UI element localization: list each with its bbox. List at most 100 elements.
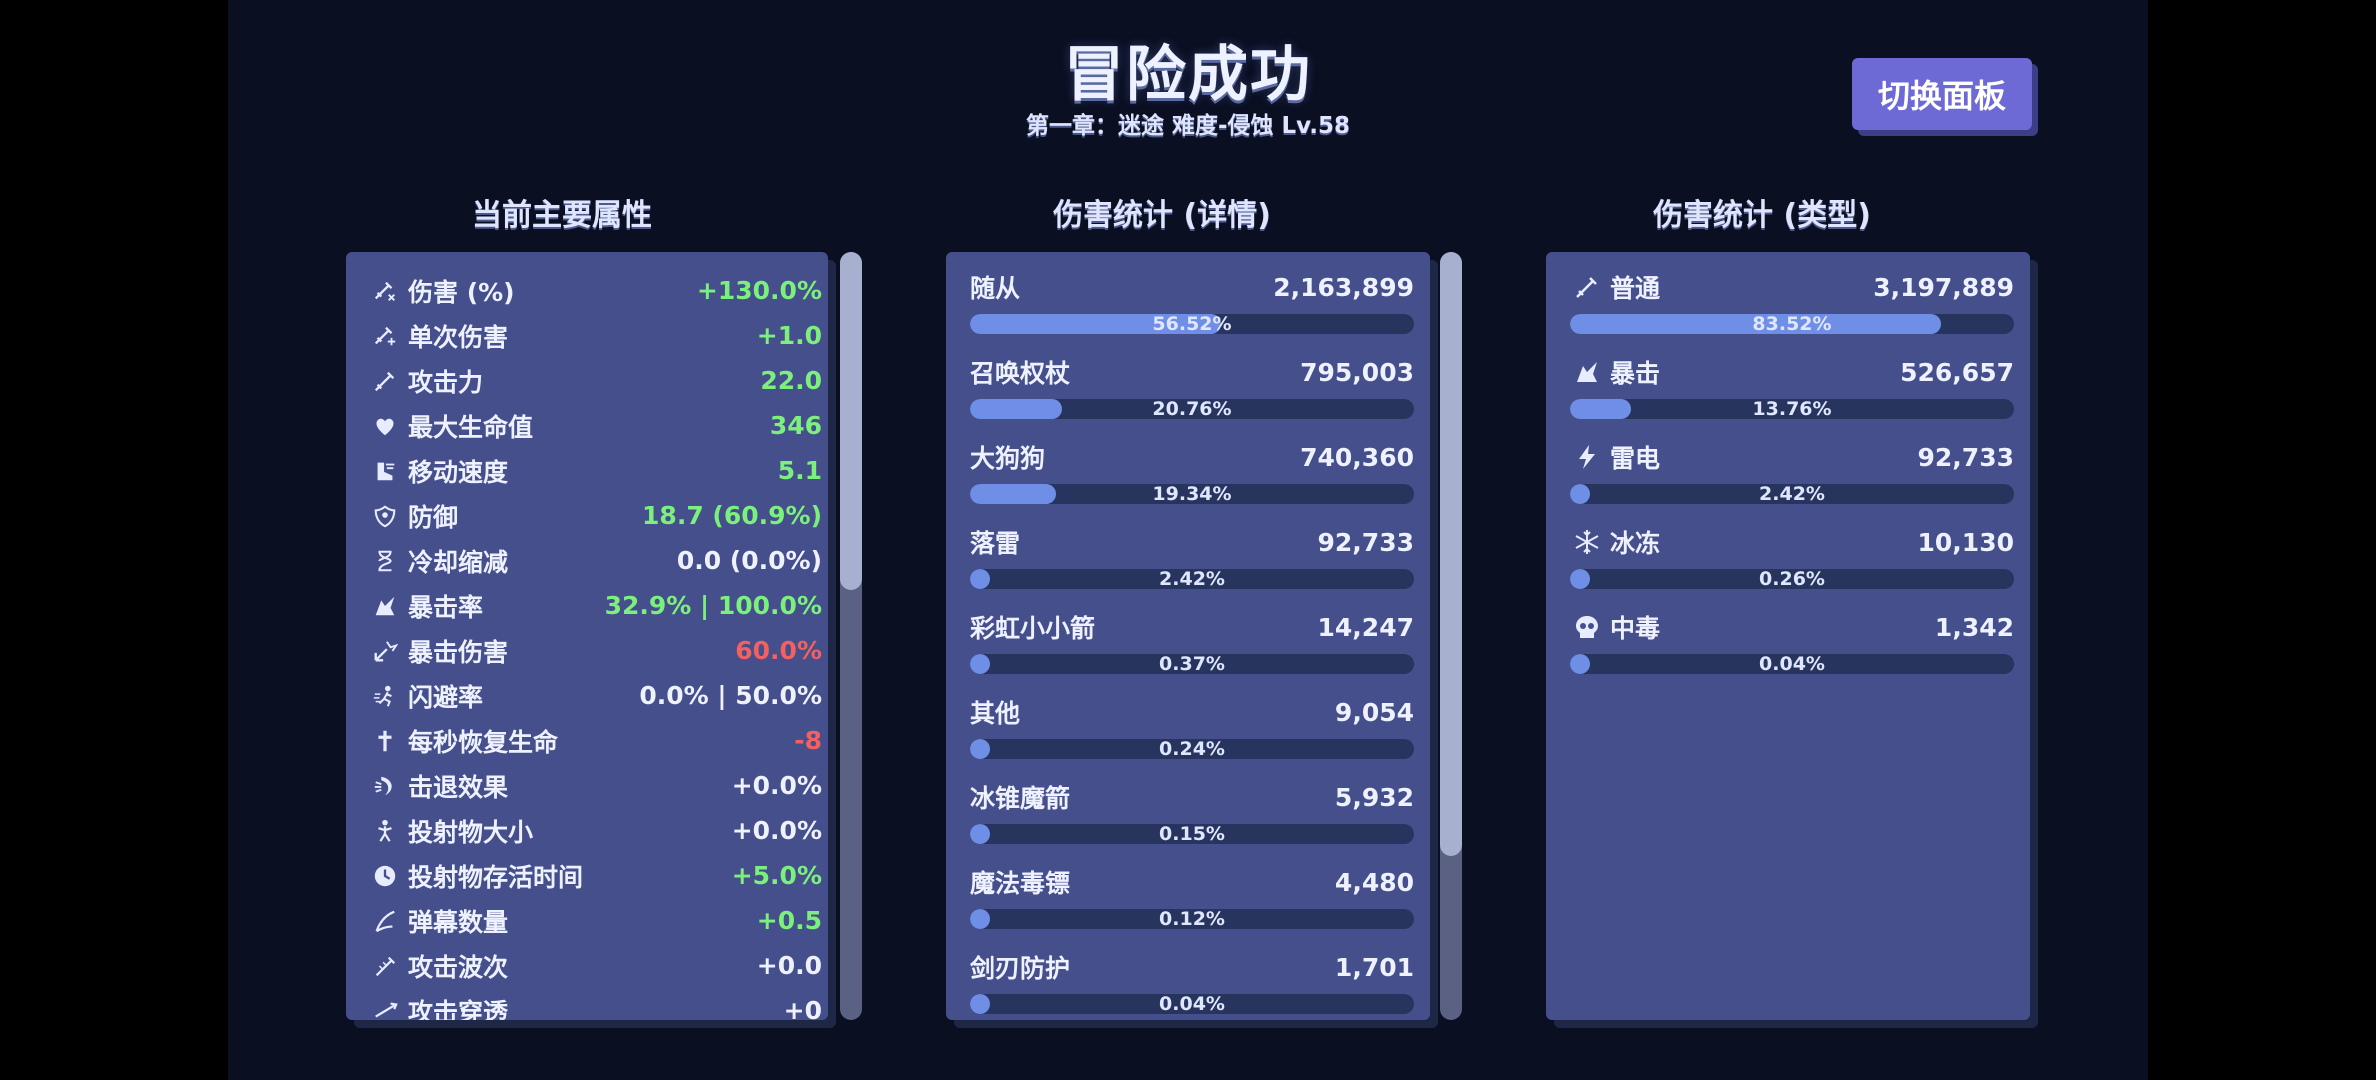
attribute-row: 攻击波次 +0.0 — [368, 943, 822, 988]
skull-icon — [1570, 610, 1604, 644]
attribute-value: +0.0% — [731, 771, 822, 800]
attributes-scrollbar[interactable] — [840, 252, 862, 1020]
damage-share-percent: 0.37% — [1159, 653, 1225, 675]
attribute-row: 暴击率 32.9% | 100.0% — [368, 583, 822, 628]
attribute-value: -8 — [794, 726, 822, 755]
attribute-label: 每秒恢复生命 — [408, 727, 559, 757]
dodge-icon — [368, 679, 402, 713]
knockback-icon — [368, 769, 402, 803]
attribute-value: +0.0 — [756, 951, 822, 980]
damage-detail-row: 随从 2,163,899 56.52% — [970, 268, 1414, 353]
damage-source-value: 2,163,899 — [1273, 272, 1414, 302]
attribute-row: 最大生命值 346 — [368, 403, 822, 448]
damage-type-row: 冰冻 10,130 0.26% — [1570, 523, 2014, 608]
damage-row-header: 冰冻 10,130 — [1570, 523, 2014, 561]
damage-detail-row: 剑刃防护 1,701 0.04% — [970, 948, 1414, 1020]
damage-detail-row: 大狗狗 740,360 19.34% — [970, 438, 1414, 523]
attribute-label: 闪避率 — [408, 682, 484, 712]
attribute-row: 攻击穿透 +0 — [368, 988, 822, 1020]
wave-icon — [368, 949, 402, 983]
sword-icon — [368, 364, 402, 398]
attribute-label: 投射物大小 — [408, 817, 534, 847]
damage-type-value: 10,130 — [1917, 527, 2014, 557]
damage-type-name: 冰冻 — [1610, 529, 1661, 558]
boot-icon — [368, 454, 402, 488]
damage-source-name: 随从 — [970, 274, 1021, 303]
sword-icon — [1570, 270, 1604, 304]
damage-detail-row: 冰锥魔箭 5,932 0.15% — [970, 778, 1414, 863]
damage-share-percent: 83.52% — [1752, 313, 1832, 335]
damage-share-percent: 0.12% — [1159, 908, 1225, 930]
damage-share-percent: 2.42% — [1159, 568, 1225, 590]
snowflake-icon — [1570, 525, 1604, 559]
damage-row-header: 冰锥魔箭 5,932 — [970, 778, 1414, 816]
attribute-value: 0.0 (0.0%) — [676, 546, 822, 575]
damage-type-value: 3,197,889 — [1873, 272, 2014, 302]
damage-type-label: 暴击 — [1570, 354, 1660, 390]
lightning-icon — [1570, 440, 1604, 474]
attributes-scroll-thumb[interactable] — [840, 252, 862, 590]
attribute-row: 投射物存活时间 +5.0% — [368, 853, 822, 898]
switch-panel-button[interactable]: 切换面板 — [1852, 58, 2032, 130]
attribute-value: +0.0% — [731, 816, 822, 845]
damage-row-header: 随从 2,163,899 — [970, 268, 1414, 306]
damage-type-row: 普通 3,197,889 83.52% — [1570, 268, 2014, 353]
damage-type-name: 暴击 — [1610, 359, 1661, 388]
damage-detail-scroll-thumb[interactable] — [1440, 252, 1462, 856]
damage-detail-panel: 随从 2,163,899 56.52% 召唤权杖 795,003 20.76% 大狗狗 740… — [946, 252, 1430, 1020]
attribute-value: 0.0% | 50.0% — [639, 681, 822, 710]
attribute-row: 击退效果 +0.0% — [368, 763, 822, 808]
damage-type-row: 暴击 526,657 13.76% — [1570, 353, 2014, 438]
damage-source-name: 冰锥魔箭 — [970, 784, 1071, 813]
crit-damage-icon — [368, 634, 402, 668]
attribute-label: 攻击波次 — [408, 952, 509, 982]
damage-share-percent: 13.76% — [1752, 398, 1832, 420]
attribute-label: 最大生命值 — [408, 412, 534, 442]
attribute-value: 22.0 — [760, 366, 822, 395]
damage-type-title: 伤害统计 (类型) — [1653, 198, 1871, 233]
attribute-label: 攻击穿透 — [408, 997, 509, 1021]
damage-row-header: 大狗狗 740,360 — [970, 438, 1414, 476]
attribute-value: 346 — [769, 411, 822, 440]
damage-share-percent: 19.34% — [1152, 483, 1232, 505]
damage-share-percent: 0.15% — [1159, 823, 1225, 845]
damage-detail-row: 彩虹小小箭 14,247 0.37% — [970, 608, 1414, 693]
projectile-size-icon — [368, 814, 402, 848]
attribute-label: 移动速度 — [408, 457, 509, 487]
damage-share-percent: 56.52% — [1152, 313, 1232, 335]
attribute-row: 暴击伤害 60.0% — [368, 628, 822, 673]
attribute-row: 伤害 (%) +130.0% — [368, 268, 822, 313]
result-screen: 冒险成功 第一章：迷途 难度-侵蚀 Lv.58 切换面板 当前主要属性 伤害统计… — [228, 0, 2148, 1080]
damage-row-header: 剑刃防护 1,701 — [970, 948, 1414, 986]
damage-source-value: 92,733 — [1317, 527, 1414, 557]
attribute-row: 闪避率 0.0% | 50.0% — [368, 673, 822, 718]
damage-source-name: 魔法毒镖 — [970, 869, 1071, 898]
damage-detail-row: 其他 9,054 0.24% — [970, 693, 1414, 778]
damage-share-percent: 0.24% — [1159, 738, 1225, 760]
attribute-label: 冷却缩减 — [408, 547, 509, 577]
damage-source-value: 4,480 — [1334, 867, 1414, 897]
attributes-title: 当前主要属性 — [472, 198, 652, 233]
damage-source-value: 795,003 — [1300, 357, 1414, 387]
damage-type-label: 中毒 — [1570, 609, 1660, 645]
damage-type-row: 中毒 1,342 0.04% — [1570, 608, 2014, 693]
attribute-value: 18.7 (60.9%) — [642, 501, 822, 530]
attribute-label: 伤害 (%) — [408, 277, 515, 307]
crit-icon — [368, 589, 402, 623]
damage-source-value: 9,054 — [1334, 697, 1414, 727]
attribute-label: 攻击力 — [408, 367, 484, 397]
damage-type-value: 92,733 — [1917, 442, 2014, 472]
attribute-row: 冷却缩减 0.0 (0.0%) — [368, 538, 822, 583]
damage-source-name: 剑刃防护 — [970, 954, 1071, 983]
damage-detail-row: 落雷 92,733 2.42% — [970, 523, 1414, 608]
attribute-value: 5.1 — [777, 456, 822, 485]
damage-detail-scrollbar[interactable] — [1440, 252, 1462, 1020]
damage-type-label: 普通 — [1570, 269, 1660, 305]
attribute-value: +0.5 — [756, 906, 822, 935]
damage-row-header: 落雷 92,733 — [970, 523, 1414, 561]
damage-detail-row: 召唤权杖 795,003 20.76% — [970, 353, 1414, 438]
attribute-row: 投射物大小 +0.0% — [368, 808, 822, 853]
barrage-icon — [368, 904, 402, 938]
attributes-panel: 伤害 (%) +130.0% 单次伤害 +1.0 攻击力 22.0 最大生命值 346 移动速度… — [346, 252, 828, 1020]
damage-row-header: 中毒 1,342 — [1570, 608, 2014, 646]
